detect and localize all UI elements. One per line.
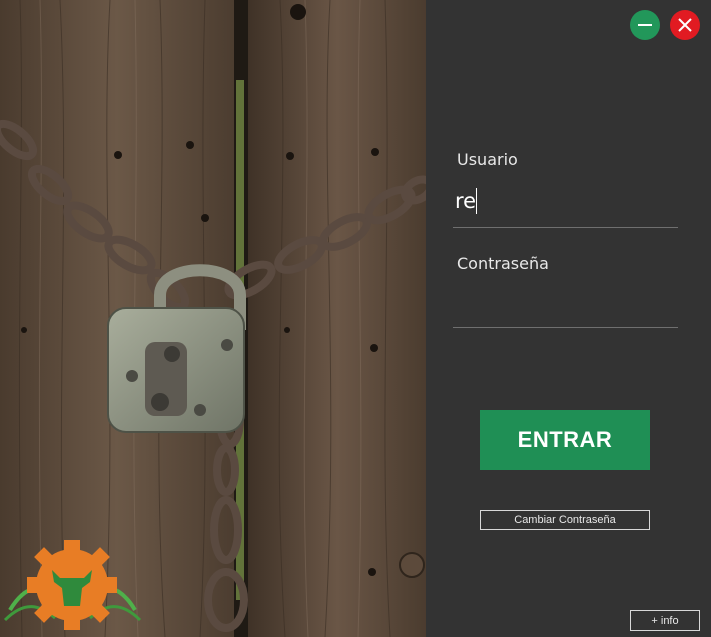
padlock-photo: [0, 0, 426, 637]
user-label: Usuario: [457, 150, 518, 169]
password-input[interactable]: [453, 288, 680, 320]
text-caret: [476, 188, 477, 214]
enter-button[interactable]: ENTRAR: [480, 410, 650, 470]
info-button[interactable]: + info: [630, 610, 700, 631]
login-panel: Usuario Contraseña ENTRAR Cambiar Contra…: [426, 0, 711, 637]
user-underline: [453, 227, 678, 228]
password-underline: [453, 327, 678, 328]
close-button[interactable]: [670, 10, 700, 40]
x-icon: [678, 18, 692, 32]
password-label: Contraseña: [457, 254, 549, 273]
minimize-button[interactable]: [630, 10, 660, 40]
minus-icon: [638, 24, 652, 26]
change-password-button[interactable]: Cambiar Contraseña: [480, 510, 650, 530]
login-window: Usuario Contraseña ENTRAR Cambiar Contra…: [0, 0, 711, 637]
user-input[interactable]: [453, 185, 680, 217]
